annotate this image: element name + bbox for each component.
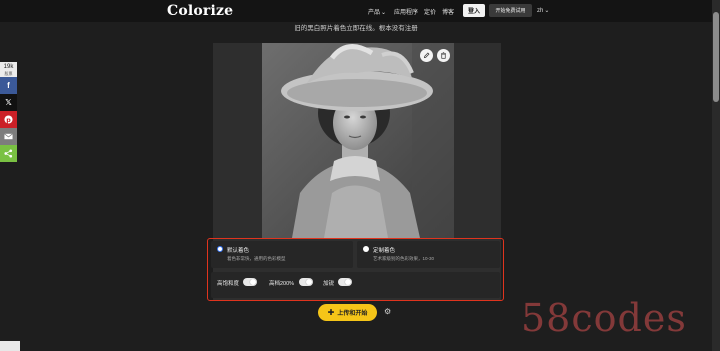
nav-apps[interactable]: 应用程序: [394, 7, 418, 16]
nav-blog[interactable]: 博客: [442, 7, 454, 16]
pencil-icon: [423, 52, 430, 59]
facebook-share-button[interactable]: f: [0, 77, 17, 94]
share-count-number: 19k: [3, 64, 14, 70]
nav-products[interactable]: 产品⌄: [368, 7, 386, 16]
language-label: zh: [537, 8, 544, 14]
top-navigation: Colorize 产品⌄ 应用程序 定价 博客 登入 开始免费试用 zh⌄: [0, 0, 712, 22]
share-icon: [4, 149, 13, 158]
svg-text:p: p: [6, 117, 11, 124]
custom-colorize-description: 艺术家级别的色彩效果，10-30: [373, 256, 435, 261]
more-share-button[interactable]: [0, 145, 17, 162]
upload-and-start-button[interactable]: ✚ 上传和开始: [318, 304, 377, 321]
custom-colorize-title: 定制着色: [373, 248, 396, 254]
upload-button-label: 上传和开始: [337, 311, 368, 317]
delete-photo-button[interactable]: [437, 49, 450, 62]
nav-products-label: 产品: [368, 10, 381, 16]
email-share-button[interactable]: [0, 128, 17, 145]
watermark: 58codes: [521, 296, 687, 340]
default-colorize-option[interactable]: 默认着色 着色非常快，通用的色彩模型: [211, 241, 353, 268]
page-subtitle: 旧的黑白照片着色立即在线。根本没有注册: [294, 25, 418, 32]
sharpen-toggle-label: 加锐: [323, 281, 335, 287]
saturation-toggle-label: 高饱和度: [217, 281, 240, 287]
mail-icon: [4, 133, 13, 140]
sharpen-toggle[interactable]: [338, 278, 352, 286]
language-selector[interactable]: zh⌄: [537, 7, 549, 14]
chevron-down-icon: ⌄: [381, 10, 387, 16]
custom-colorize-option[interactable]: 定制着色 艺术家级别的色彩效果，10-30: [357, 241, 500, 268]
upscale-toggle[interactable]: [299, 278, 313, 286]
facebook-icon: f: [7, 81, 10, 90]
gear-icon[interactable]: ⚙: [384, 307, 391, 316]
login-button[interactable]: 登入: [463, 4, 485, 17]
chevron-down-icon: ⌄: [544, 8, 550, 14]
default-colorize-description: 着色非常快，通用的色彩模型: [227, 256, 286, 261]
enhancement-toggles: 高饱和度 高档200% 加锐: [211, 272, 500, 298]
trash-icon: [441, 52, 446, 59]
x-icon: 𝕏: [5, 98, 12, 107]
uploaded-photo: [262, 43, 454, 238]
edit-photo-button[interactable]: [420, 49, 433, 62]
scrollbar-thumb[interactable]: [713, 12, 719, 102]
x-share-button[interactable]: 𝕏: [0, 94, 17, 111]
share-count-label: 股票: [4, 71, 13, 76]
share-count: 19k 股票: [0, 62, 17, 77]
pinterest-icon: p: [4, 115, 13, 124]
logo[interactable]: Colorize: [167, 3, 233, 19]
page-scrollbar[interactable]: [712, 0, 720, 351]
default-colorize-title: 默认着色: [227, 248, 250, 254]
saturation-toggle[interactable]: [243, 278, 257, 286]
nav-pricing[interactable]: 定价: [424, 7, 436, 16]
pinterest-share-button[interactable]: p: [0, 111, 17, 128]
default-colorize-radio[interactable]: [217, 246, 223, 252]
upscale-toggle-label: 高档200%: [269, 281, 295, 287]
custom-colorize-radio[interactable]: [363, 246, 369, 252]
bottom-page-fragment: [0, 341, 20, 351]
free-trial-button[interactable]: 开始免费试用: [489, 4, 532, 17]
plus-icon: ✚: [327, 308, 335, 317]
